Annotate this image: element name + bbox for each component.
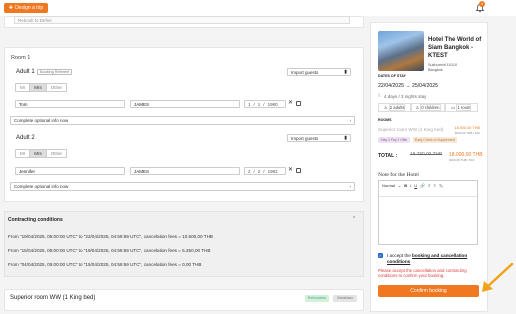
bold-button[interactable]: B bbox=[404, 183, 407, 188]
bullet-list-icon[interactable]: ≡ bbox=[433, 183, 435, 188]
chevron-down-icon[interactable]: ⌄ bbox=[398, 183, 401, 188]
chevron-right-icon: › bbox=[349, 118, 352, 123]
last-name-field-2[interactable]: JAMES bbox=[130, 167, 240, 175]
cancellation-line: From "19/04/2025, 05:00:00 UTC" to "22/0… bbox=[8, 234, 213, 239]
calendar-icon[interactable] bbox=[296, 101, 301, 106]
title-option-mrs[interactable]: Mrs bbox=[30, 84, 47, 91]
room-line-name: Superior room WW (1 King bed) bbox=[378, 127, 444, 132]
hotel-name: Hotel The World of Siam Bangkok - KTEST bbox=[428, 37, 482, 59]
title-option-other[interactable]: Other bbox=[47, 84, 66, 91]
chevron-right-icon: › bbox=[349, 184, 352, 189]
rooms-label: ROOMS bbox=[378, 118, 392, 122]
cancellation-line: From "04/04/2025, 05:00:00 UTC" to "15/0… bbox=[8, 262, 202, 267]
offer-tag: Stay 3 Pay 2 Offer bbox=[378, 137, 410, 143]
design-trip-label: Design a trip bbox=[15, 5, 44, 11]
cancellation-line: From "15/04/2025, 05:00:00 UTC" to "19/0… bbox=[8, 248, 211, 253]
first-name-field-1[interactable]: Tom bbox=[15, 100, 125, 108]
notes-title: Note for the Hotel bbox=[378, 172, 419, 178]
checkin-tag: Early Check-In Supplement bbox=[413, 137, 457, 143]
dob-field-1[interactable]: 1/ 1/ 1980 bbox=[244, 100, 286, 108]
rebook-input[interactable]: Rebook to Defne bbox=[14, 16, 350, 24]
title-option-mrs[interactable]: Mrs bbox=[30, 150, 47, 157]
notification-badge: 3 bbox=[479, 1, 485, 7]
arrow-annotation-icon bbox=[482, 262, 514, 292]
total-per-night: 6000,00 THB / NUI bbox=[449, 158, 475, 162]
adult-1-label: Adult 1 bbox=[16, 69, 35, 75]
underline-button[interactable]: U bbox=[414, 183, 417, 188]
room-price: 18.000,00 THB bbox=[454, 126, 480, 130]
clear-icon[interactable]: ✕ bbox=[288, 166, 293, 173]
room-card-name: Superior room WW (1 King bed) bbox=[10, 295, 96, 301]
link-icon[interactable]: 🔗 bbox=[420, 183, 425, 188]
italic-button[interactable]: I bbox=[410, 183, 411, 188]
import-guests-button-1[interactable]: Import guests ▮ bbox=[287, 68, 351, 76]
guest-summary: ♙ 2 adults ♙ 0 children ▭ 1 room bbox=[378, 103, 478, 112]
optional-info-toggle-2[interactable]: Complete optional info now › bbox=[10, 182, 355, 191]
moon-icon: ☾ bbox=[378, 93, 383, 98]
clipboard-icon: ▮ bbox=[344, 69, 347, 75]
first-name-field-2[interactable]: Jennifer bbox=[15, 167, 125, 175]
dates-value: 22/04/2025 → 25/04/2025 bbox=[378, 83, 438, 89]
accept-conditions-checkbox[interactable]: ✓ bbox=[378, 253, 383, 258]
title-option-other[interactable]: Other bbox=[47, 150, 66, 157]
title-option-mr[interactable]: Mr bbox=[16, 150, 31, 157]
confirm-booking-button[interactable]: Confirm booking bbox=[378, 285, 479, 297]
optional-info-toggle-1[interactable]: Complete optional info now › bbox=[10, 116, 355, 125]
adult-2-label: Adult 2 bbox=[16, 135, 35, 141]
room-title: Room 1 bbox=[11, 55, 31, 61]
children-count: ♙ 0 children bbox=[411, 103, 445, 112]
hotel-address: Sukhumvit 10110 Bangkok bbox=[428, 63, 458, 72]
clear-format-button[interactable]: Tₓ bbox=[439, 183, 443, 188]
total-old-price: 19.750,00 THB bbox=[410, 152, 443, 157]
chevron-up-icon[interactable]: ⌃ bbox=[352, 216, 356, 222]
room-price-per-night: 6000,00 THB / NUI bbox=[454, 131, 480, 135]
hotel-image bbox=[378, 31, 424, 71]
clipboard-icon: ▮ bbox=[344, 135, 347, 141]
breakfast-badge: Breakfast bbox=[333, 295, 357, 302]
title-option-mr[interactable]: Mr bbox=[16, 84, 31, 91]
title-selector-1[interactable]: Mr Mrs Other bbox=[15, 83, 68, 92]
format-select[interactable]: Normal bbox=[382, 183, 395, 188]
adults-count: ♙ 2 adults bbox=[378, 103, 412, 112]
clear-icon[interactable]: ✕ bbox=[288, 99, 293, 106]
accept-conditions-label: I accept the booking and cancellation co… bbox=[387, 253, 468, 264]
top-bar bbox=[0, 0, 516, 16]
total-label: TOTAL : bbox=[378, 153, 398, 159]
dates-label: DATES OF STAY bbox=[378, 74, 406, 78]
conditions-warning: Please accept the cancellation and contr… bbox=[378, 268, 467, 278]
title-selector-2[interactable]: Mr Mrs Other bbox=[15, 149, 68, 158]
refundable-badge: Refundable bbox=[305, 295, 329, 302]
booking-referent-tag: Booking Referent bbox=[37, 69, 73, 75]
dob-field-2[interactable]: 2/ 2/ 1982 bbox=[244, 167, 286, 175]
import-guests-button-2[interactable]: Import guests ▮ bbox=[287, 134, 351, 142]
stay-length: ☾ 4 days / 3 nights stay bbox=[378, 93, 427, 99]
editor-toolbar: Normal ⌄ B I U 🔗 ≡ ≡ Tₓ bbox=[379, 181, 477, 197]
plus-icon: ✚ bbox=[8, 5, 14, 11]
calendar-icon[interactable] bbox=[296, 168, 301, 173]
rooms-count: ▭ 1 room bbox=[444, 103, 478, 112]
last-name-field-1[interactable]: JAMES bbox=[130, 100, 240, 108]
ordered-list-icon[interactable]: ≡ bbox=[428, 183, 430, 188]
contracting-conditions-title: Contracting conditions bbox=[8, 217, 63, 223]
design-trip-button[interactable]: ✚ Design a trip bbox=[4, 3, 48, 13]
